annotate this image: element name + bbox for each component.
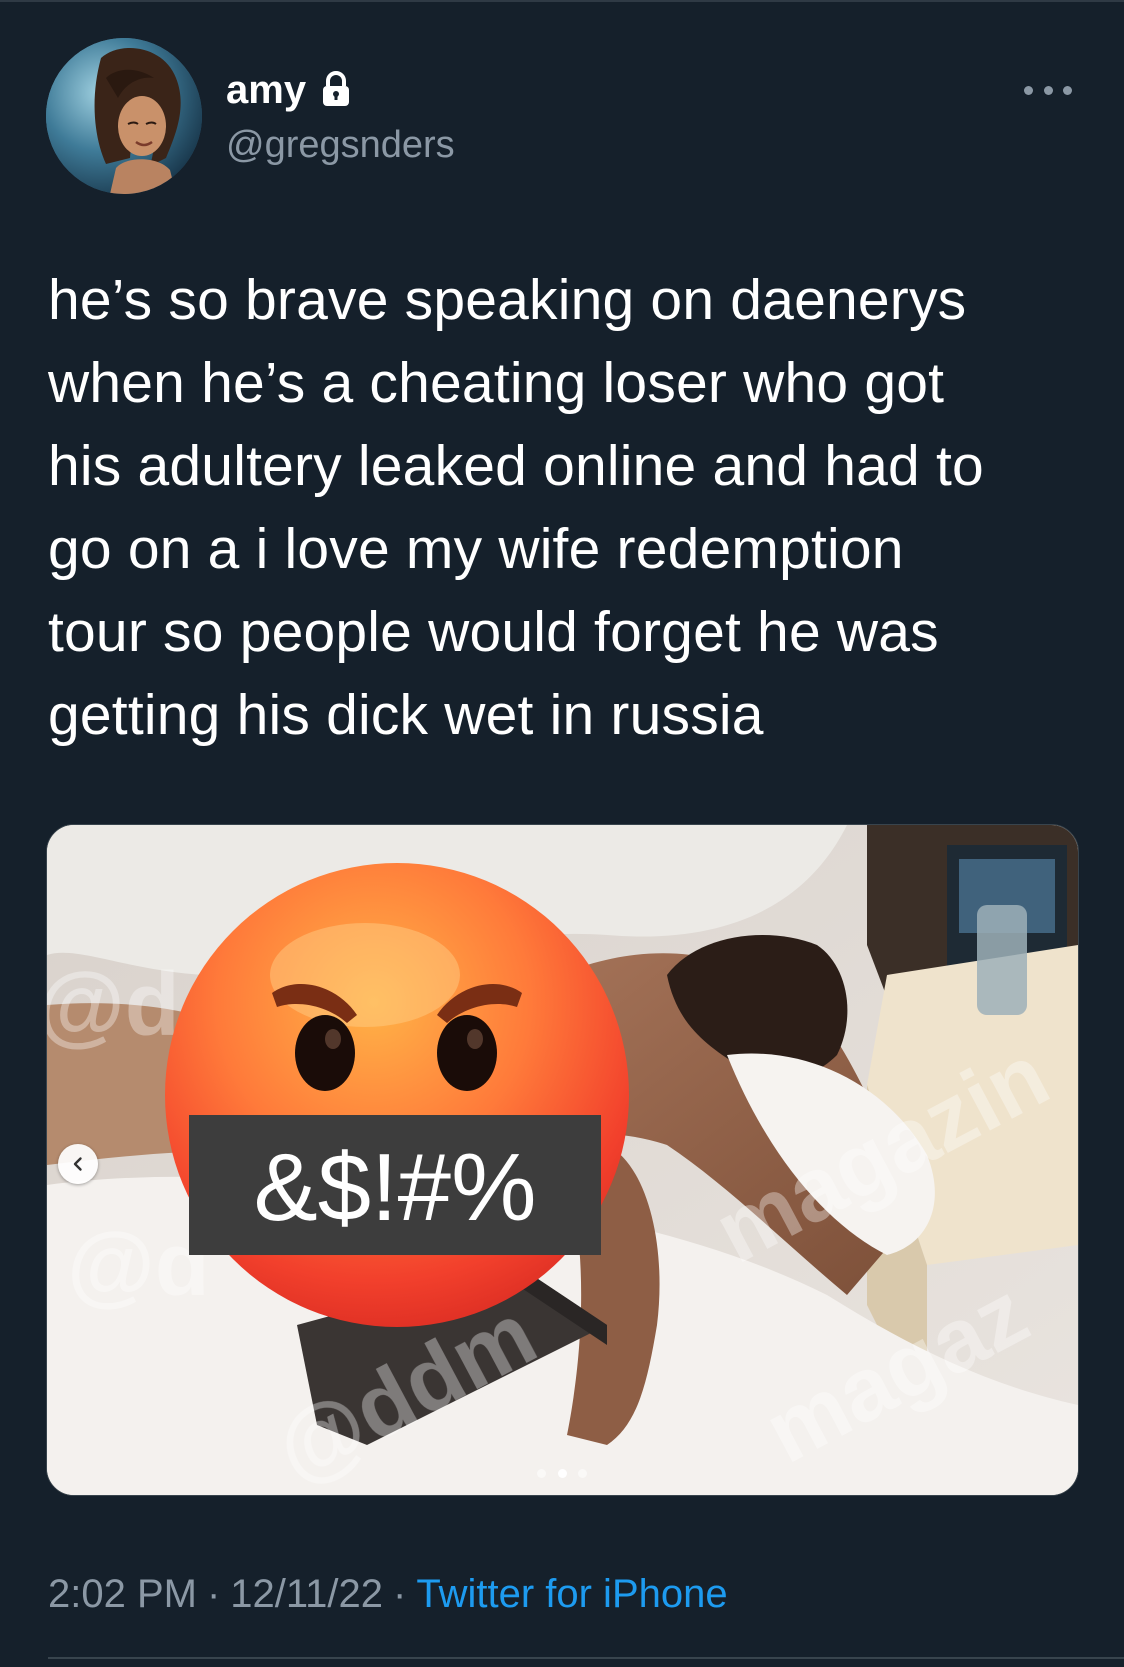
avatar[interactable] (46, 38, 202, 194)
carousel-dot[interactable] (578, 1468, 587, 1478)
author-name-row[interactable]: amy (226, 66, 352, 114)
carousel-previous-button[interactable] (58, 1144, 98, 1184)
meta-separator: · (393, 1572, 407, 1616)
watermark-text: @d (67, 1215, 210, 1315)
tweet-time[interactable]: 2:02 PM (48, 1572, 197, 1616)
angry-face-emoji: &$!#% (165, 863, 629, 1327)
bottom-divider (48, 1657, 1124, 1659)
censor-text: &$!#% (254, 1134, 537, 1241)
lock-icon (320, 70, 352, 110)
chevron-left-icon (73, 1157, 82, 1171)
media-photo: @d @d magazin magaz @ddm &$!#% (47, 825, 1078, 1495)
profile-photo (46, 38, 202, 194)
more-options-button[interactable] (1024, 72, 1072, 108)
more-horizontal-icon (1024, 85, 1033, 95)
carousel-dot[interactable] (537, 1468, 546, 1478)
more-horizontal-icon (1063, 85, 1072, 95)
author-handle[interactable]: @gregsnders (226, 122, 455, 168)
top-divider (0, 0, 1124, 2)
display-name[interactable]: amy (226, 66, 306, 114)
meta-separator: · (206, 1572, 221, 1616)
tweet-media[interactable]: @d @d magazin magaz @ddm &$!#% (46, 824, 1079, 1496)
carousel-indicator (537, 1467, 587, 1479)
tweet-date[interactable]: 12/11/22 (230, 1572, 383, 1616)
tweet-metadata: 2:02 PM · 12/11/22 · Twitter for iPhone (48, 1566, 728, 1622)
more-horizontal-icon (1043, 85, 1053, 95)
tweet-text: he’s so brave speaking on daenerys when … (48, 268, 984, 747)
tweet-source-link[interactable]: Twitter for iPhone (416, 1572, 727, 1616)
carousel-dot-active[interactable] (557, 1468, 567, 1478)
watermark-text: @d (47, 955, 180, 1055)
